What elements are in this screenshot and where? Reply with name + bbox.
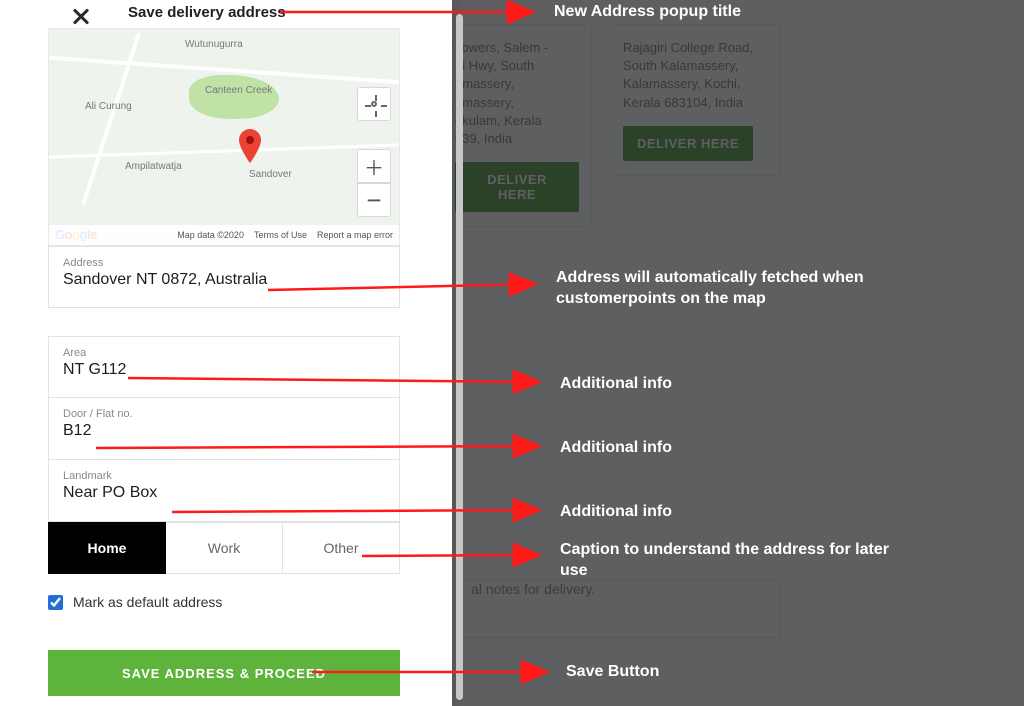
tag-other-button[interactable]: Other bbox=[283, 522, 400, 574]
area-input[interactable] bbox=[63, 359, 385, 379]
door-input[interactable] bbox=[63, 420, 385, 440]
landmark-field[interactable]: Landmark bbox=[48, 460, 400, 522]
map-locate-button[interactable] bbox=[357, 87, 391, 121]
save-address-button[interactable]: SAVE ADDRESS & PROCEED bbox=[48, 650, 400, 696]
tag-home-button[interactable]: Home bbox=[48, 522, 166, 574]
area-field[interactable]: Area bbox=[48, 336, 400, 398]
map-place-label: Canteen Creek bbox=[205, 85, 272, 96]
address-tag-group: Home Work Other bbox=[48, 522, 400, 574]
landmark-input[interactable] bbox=[63, 482, 385, 502]
area-label: Area bbox=[63, 347, 385, 359]
annot-tags: Caption to understand the address for la… bbox=[560, 540, 920, 582]
map-pin-icon[interactable] bbox=[237, 129, 263, 155]
map-zoom-in-button[interactable]: ＋ bbox=[357, 149, 391, 183]
map-place-label: Ali Curung bbox=[85, 101, 132, 112]
annot-address: Address will automatically fetched when … bbox=[556, 268, 916, 310]
annot-door: Additional info bbox=[560, 438, 672, 459]
annot-area: Additional info bbox=[560, 374, 672, 395]
default-address-checkbox[interactable] bbox=[48, 595, 63, 610]
address-input[interactable] bbox=[63, 269, 385, 289]
map[interactable]: Wutunugurra Canteen Creek Ali Curung Amp… bbox=[48, 28, 400, 246]
map-place-label: Ampilatwatja bbox=[125, 161, 182, 172]
annot-landmark: Additional info bbox=[560, 502, 672, 523]
address-label: Address bbox=[63, 257, 385, 269]
annot-title: New Address popup title bbox=[554, 2, 741, 23]
address-field[interactable]: Address bbox=[48, 246, 400, 308]
map-attribution: Map data ©2020 Terms of Use Report a map… bbox=[49, 225, 399, 245]
door-field[interactable]: Door / Flat no. bbox=[48, 398, 400, 460]
tag-work-button[interactable]: Work bbox=[166, 522, 283, 574]
door-label: Door / Flat no. bbox=[63, 408, 385, 420]
close-icon[interactable] bbox=[68, 4, 94, 30]
map-place-label: Wutunugurra bbox=[185, 39, 243, 50]
landmark-label: Landmark bbox=[63, 470, 385, 482]
annot-save: Save Button bbox=[566, 662, 659, 683]
panel-scrollbar[interactable] bbox=[456, 14, 463, 700]
default-address-label: Mark as default address bbox=[73, 594, 222, 610]
map-zoom-out-button[interactable]: − bbox=[357, 183, 391, 217]
default-address-row[interactable]: Mark as default address bbox=[48, 594, 400, 610]
panel-title: Save delivery address bbox=[128, 4, 286, 21]
save-address-panel: Save delivery address Wutunugurra Cantee… bbox=[0, 0, 452, 706]
map-place-label: Sandover bbox=[249, 169, 292, 180]
